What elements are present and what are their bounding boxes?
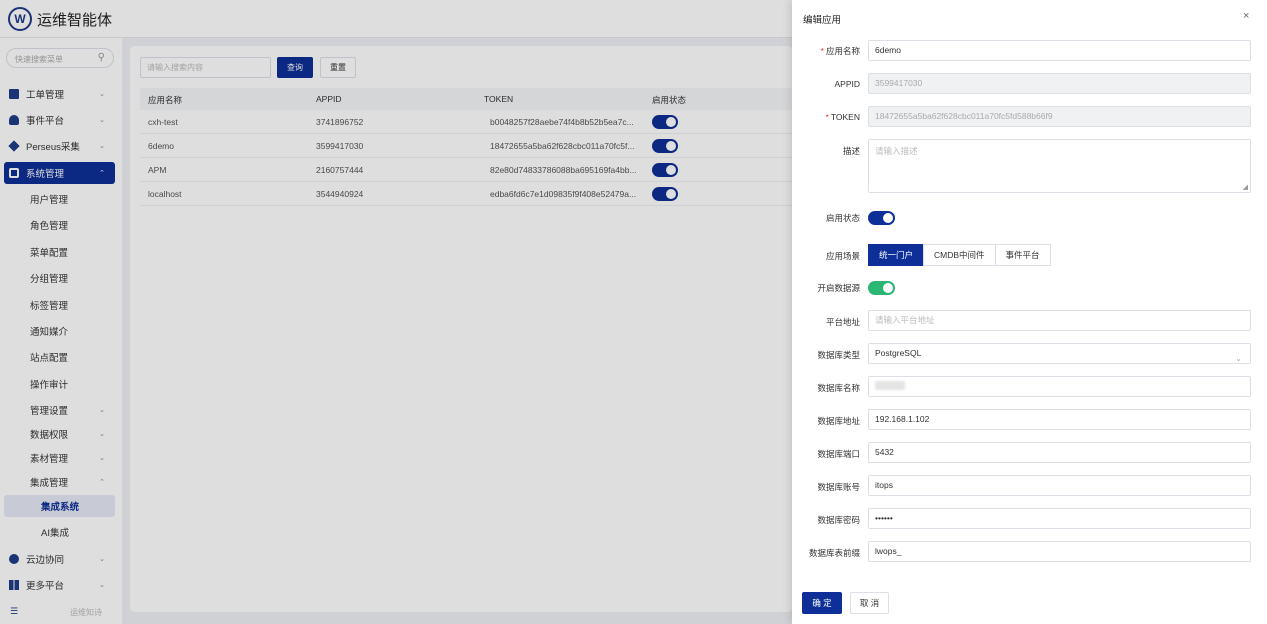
db-type-value: PostgreSQL xyxy=(875,348,922,358)
db-address-input[interactable]: 192.168.1.102 xyxy=(868,409,1251,430)
description-placeholder: 请输入描述 xyxy=(875,146,918,156)
app-name-input[interactable]: 6demo xyxy=(868,40,1251,61)
close-icon[interactable]: × xyxy=(1243,10,1249,22)
token-input: 18472655a5ba62f628cbc011a70fc5fd588b66f9 xyxy=(868,106,1251,127)
field-label: 启用状态 xyxy=(825,213,860,223)
field-label: * TOKEN xyxy=(826,112,860,122)
db-prefix-input[interactable]: lwops_ xyxy=(868,541,1251,562)
required-mark: * xyxy=(820,46,824,56)
field-label: 数据库端口 xyxy=(817,449,860,459)
field-label: 开启数据源 xyxy=(817,283,860,293)
field-label-text: 应用名称 xyxy=(825,46,860,56)
platform-address-input[interactable]: 请输入平台地址 xyxy=(868,310,1251,331)
field-label: 描述 xyxy=(842,146,860,156)
scene-option-cmdb[interactable]: CMDB中间件 xyxy=(923,244,996,266)
db-account-input[interactable]: itops xyxy=(868,475,1251,496)
db-type-select[interactable]: PostgreSQL ⌄ xyxy=(868,343,1251,364)
field-label: APPID xyxy=(834,79,860,89)
scene-option-events[interactable]: 事件平台 xyxy=(994,244,1051,266)
chevron-down-icon: ⌄ xyxy=(1235,354,1242,363)
field-label: 数据库名称 xyxy=(817,383,860,393)
scene-option-portal[interactable]: 统一门户 xyxy=(868,244,925,266)
cancel-button[interactable]: 取 消 xyxy=(850,592,889,614)
db-name-input[interactable] xyxy=(868,376,1251,397)
required-mark: * xyxy=(825,112,829,122)
field-label: 数据库密码 xyxy=(817,515,860,525)
field-label: 数据库账号 xyxy=(817,482,860,492)
scene-segmented: 统一门户 CMDB中间件 事件平台 xyxy=(868,244,1051,266)
datasource-toggle[interactable] xyxy=(868,281,895,295)
drawer-title: 编辑应用 xyxy=(803,15,842,26)
db-port-input[interactable]: 5432 xyxy=(868,442,1251,463)
redacted-value xyxy=(875,381,905,390)
modal-overlay[interactable] xyxy=(0,0,792,624)
field-label: 数据库类型 xyxy=(817,350,860,360)
appid-input: 3599417030 xyxy=(868,73,1251,94)
confirm-button[interactable]: 确 定 xyxy=(802,592,842,614)
field-label: 应用场景 xyxy=(825,251,860,261)
enabled-toggle[interactable] xyxy=(868,211,895,225)
field-label: * 应用名称 xyxy=(821,45,860,57)
field-label: 平台地址 xyxy=(825,317,860,327)
field-label: 数据库地址 xyxy=(817,416,860,426)
field-label: 数据库表前缀 xyxy=(808,548,860,558)
field-label-text: TOKEN xyxy=(830,112,860,122)
edit-app-drawer: 编辑应用 × * 应用名称 6demo APPID 3599417030 * TOK… xyxy=(792,0,1267,624)
db-password-input[interactable]: •••••• xyxy=(868,508,1251,529)
resize-handle-icon[interactable]: ◢ xyxy=(1243,183,1248,191)
description-textarea[interactable]: 请输入描述 ◢ xyxy=(868,139,1251,193)
